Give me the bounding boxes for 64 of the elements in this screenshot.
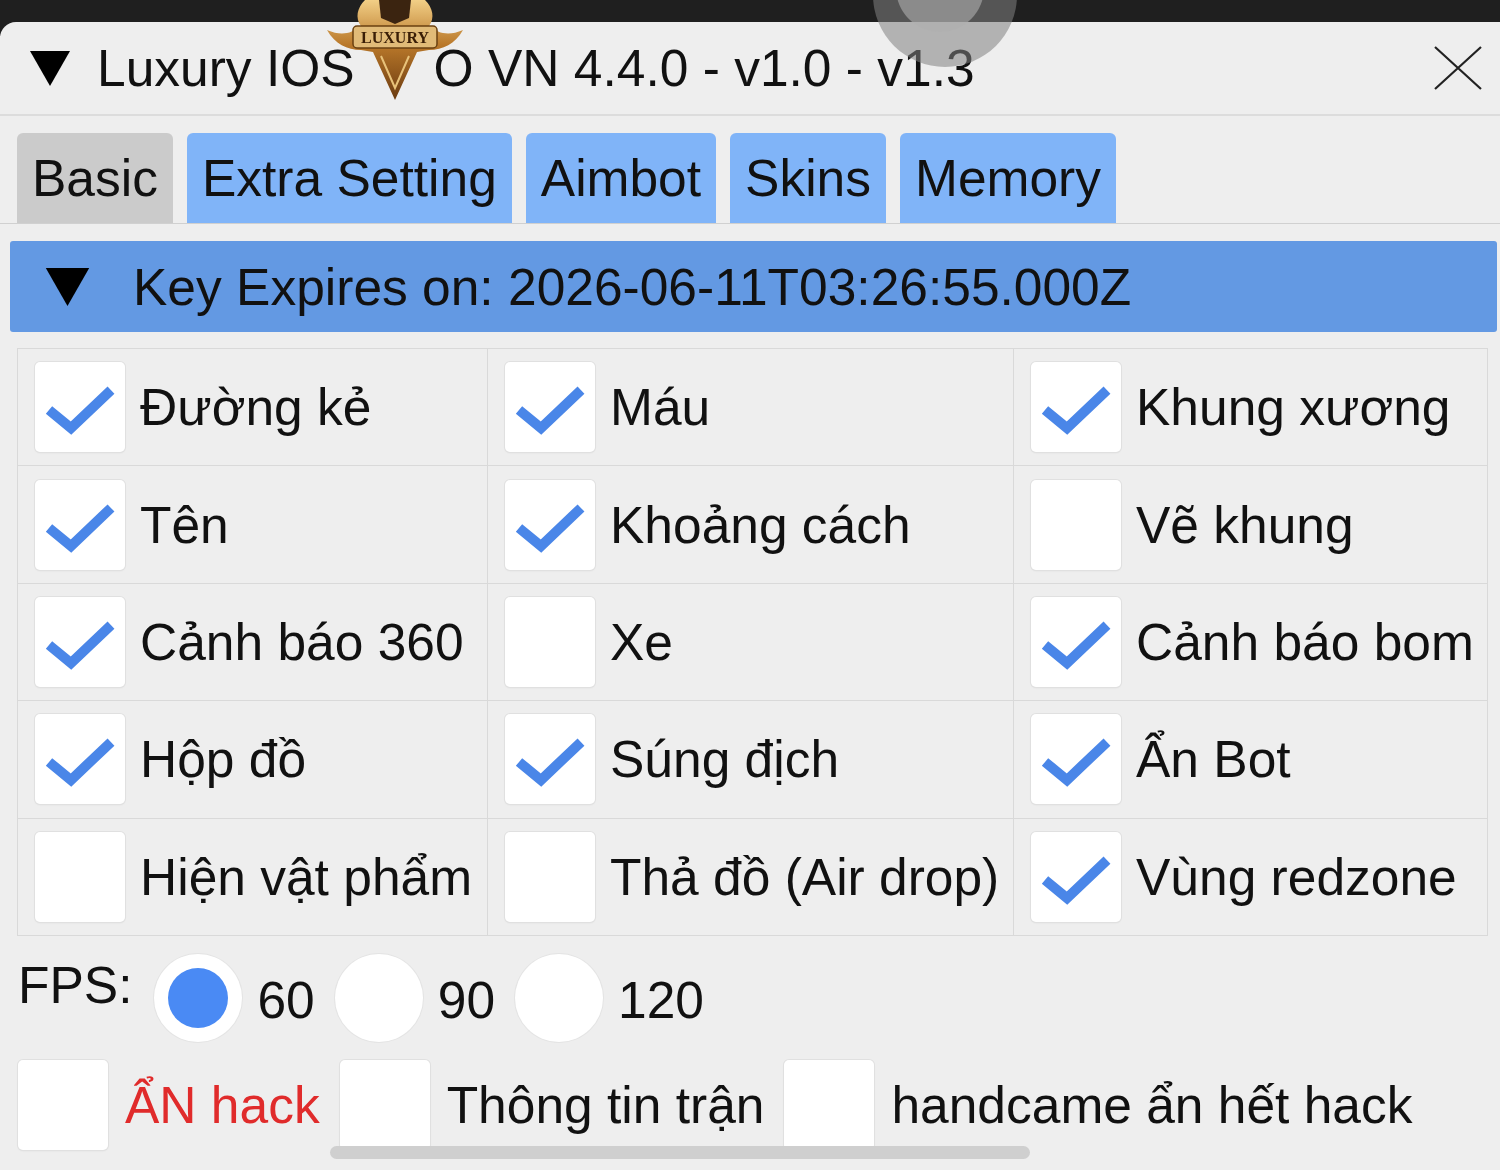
logo-text: LUXURY	[361, 29, 429, 46]
checkbox-label: Hộp đồ	[140, 730, 307, 789]
checkmark-icon	[515, 502, 585, 553]
checkbox-label: Xe	[610, 612, 673, 671]
checkbox-label: Tên	[140, 495, 229, 554]
checkbox-label: Súng địch	[610, 730, 840, 789]
close-button[interactable]	[1434, 46, 1482, 90]
tab[interactable]: Skins	[730, 133, 886, 223]
checkbox-label: Khoảng cách	[610, 495, 911, 554]
tab[interactable]: Extra Setting	[186, 133, 512, 223]
checkbox-label: Vùng redzone	[1136, 847, 1457, 906]
radio-dot-icon	[168, 968, 229, 1028]
checkbox[interactable]	[505, 714, 595, 805]
radio-label: 120	[618, 971, 704, 1029]
checkmark-icon	[45, 502, 115, 553]
scrollbar[interactable]	[330, 1146, 1030, 1159]
checkbox[interactable]	[1031, 831, 1121, 922]
radio-label: 60	[257, 971, 315, 1029]
section-header[interactable]: Key Expires on: 2026-06-11T03:26:55.000Z	[10, 241, 1497, 332]
checkbox[interactable]	[35, 596, 125, 687]
checkbox[interactable]	[505, 831, 595, 922]
window-title: Luxury IOS	[97, 39, 355, 97]
checkmark-icon	[45, 737, 115, 788]
checkbox[interactable]	[1031, 479, 1121, 570]
checkmark-icon	[45, 385, 115, 436]
checkbox[interactable]	[1031, 714, 1121, 805]
checkbox-label: Cảnh báo 360	[140, 612, 464, 671]
checkbox-label: Ẩn Bot	[1136, 730, 1291, 789]
checkmark-icon	[1041, 854, 1111, 905]
checkbox-label: Máu	[610, 378, 711, 437]
checkmark-icon	[45, 619, 115, 670]
checkbox[interactable]	[505, 479, 595, 570]
checkmark-icon	[515, 385, 585, 436]
checkbox-label: ẨN hack	[125, 1076, 320, 1134]
checkbox-label: handcame ẩn hết hack	[891, 1076, 1413, 1134]
tab[interactable]: Aimbot	[525, 133, 717, 223]
tab[interactable]: Basic	[17, 133, 173, 223]
fps-label: FPS:	[18, 956, 133, 1014]
checkbox-label: Đường kẻ	[140, 378, 372, 437]
checkbox[interactable]	[35, 831, 125, 922]
checkmark-icon	[1041, 385, 1111, 436]
radio-label: 90	[437, 971, 496, 1029]
checkbox-label: Cảnh báo bom	[1136, 612, 1474, 671]
checkmark-icon	[1041, 619, 1111, 670]
checkbox-label: Khung xương	[1136, 378, 1451, 437]
checkbox[interactable]	[35, 714, 125, 805]
checkbox[interactable]	[18, 1060, 108, 1150]
checkbox[interactable]	[1031, 362, 1121, 453]
checkbox[interactable]	[35, 479, 125, 570]
tab[interactable]: Memory	[900, 133, 1116, 223]
checkmark-icon	[515, 737, 585, 788]
checkmark-icon	[1041, 737, 1111, 788]
checkbox-label: Vẽ khung	[1136, 495, 1354, 554]
checkbox[interactable]	[505, 362, 595, 453]
window-title: O VN 4.4.0 - v1.0 - v1.3	[433, 39, 975, 97]
checkbox[interactable]	[505, 596, 595, 687]
checkbox[interactable]	[1031, 596, 1121, 687]
checkbox-label: Thả đồ (Air drop)	[610, 847, 1000, 906]
checkbox[interactable]	[35, 362, 125, 453]
expand-triangle-icon[interactable]	[45, 267, 90, 306]
checkbox-label: Thông tin trận	[446, 1076, 765, 1134]
checkbox-label: Hiện vật phẩm	[140, 847, 473, 906]
expand-triangle-icon[interactable]	[30, 50, 70, 86]
close-icon	[1434, 46, 1482, 90]
